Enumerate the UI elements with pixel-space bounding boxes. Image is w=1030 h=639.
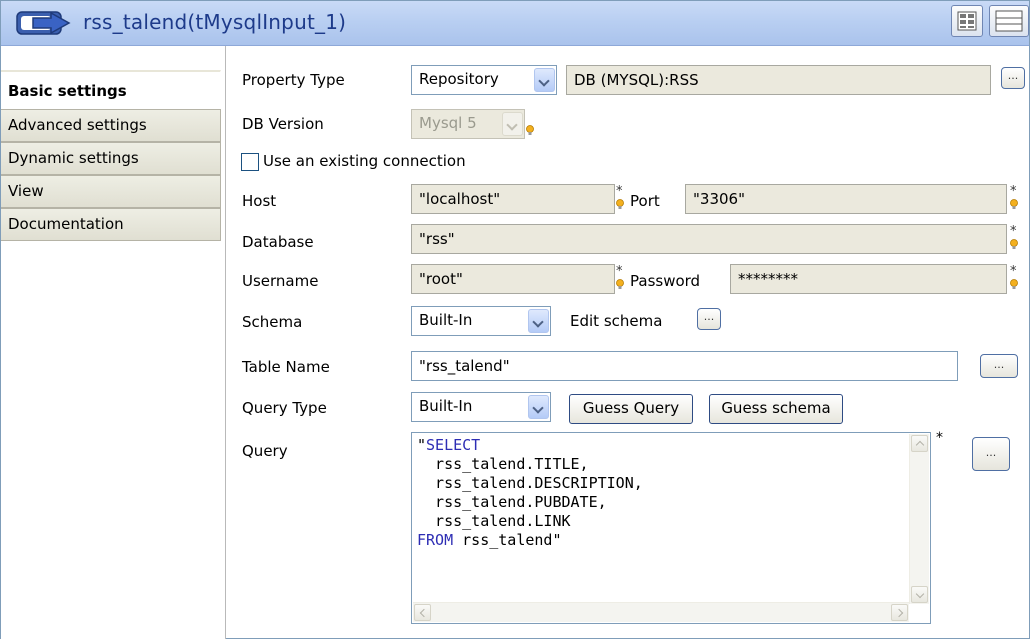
query-required-marker: * xyxy=(936,430,943,446)
query-type-select[interactable]: Built-In xyxy=(411,392,551,422)
svg-text:*: * xyxy=(1010,185,1017,199)
db-version-select: Mysql 5 xyxy=(411,109,525,139)
sql-keyword: SELECT xyxy=(426,436,481,454)
table-name-browse-button[interactable]: ... xyxy=(980,354,1018,378)
required-hint-icon: * xyxy=(1010,185,1018,209)
chevron-down-icon[interactable] xyxy=(534,68,555,92)
grid-layout-icon xyxy=(957,11,977,31)
username-label: Username xyxy=(242,272,319,290)
scroll-down-icon[interactable] xyxy=(911,586,928,603)
schema-select[interactable]: Built-In xyxy=(411,306,551,336)
query-line: rss_talend.TITLE, xyxy=(417,455,589,473)
host-field[interactable]: "localhost" xyxy=(411,184,615,214)
use-existing-connection-checkbox[interactable] xyxy=(241,153,259,171)
chevron-down-icon[interactable] xyxy=(528,309,549,333)
host-label: Host xyxy=(242,192,277,210)
tab-advanced-settings[interactable]: Advanced settings xyxy=(1,109,221,142)
query-editor-button[interactable]: ... xyxy=(972,437,1010,471)
scroll-left-icon[interactable] xyxy=(414,604,431,621)
required-hint-icon: * xyxy=(616,185,624,209)
query-line: rss_talend.LINK xyxy=(417,512,571,530)
edit-schema-label: Edit schema xyxy=(570,312,663,330)
query-line: rss_talend.PUBDATE, xyxy=(417,493,607,511)
tab-view[interactable]: View xyxy=(1,175,221,208)
property-type-label: Property Type xyxy=(242,71,345,89)
query-type-label: Query Type xyxy=(242,399,327,417)
svg-text:*: * xyxy=(616,185,623,199)
component-arrow-icon xyxy=(16,11,71,35)
required-hint-icon: * xyxy=(616,265,624,289)
repository-browse-button[interactable]: ... xyxy=(1001,67,1025,89)
view-header: rss_talend(tMysqlInput_1) xyxy=(1,1,1029,46)
password-field[interactable]: ******** xyxy=(730,264,1007,294)
use-existing-connection-label: Use an existing connection xyxy=(263,152,466,170)
schema-value: Built-In xyxy=(419,311,473,329)
property-type-select[interactable]: Repository xyxy=(411,65,557,95)
password-label: Password xyxy=(630,272,701,290)
query-text[interactable]: "SELECT rss_talend.TITLE, rss_talend.DES… xyxy=(417,436,643,550)
chevron-down-icon xyxy=(502,112,523,136)
query-line: "SELECT xyxy=(417,436,481,454)
db-version-value: Mysql 5 xyxy=(419,114,477,132)
edit-schema-button[interactable]: ... xyxy=(697,308,721,330)
query-label: Query xyxy=(242,442,288,460)
tab-basic-settings[interactable]: Basic settings xyxy=(1,70,221,108)
guess-schema-button[interactable]: Guess schema xyxy=(709,394,843,424)
db-version-label: DB Version xyxy=(242,115,324,133)
repository-field: DB (MYSQL):RSS xyxy=(566,65,991,95)
svg-text:*: * xyxy=(1010,225,1017,239)
component-settings-panel: rss_talend(tMysqlInput_1) Basic settings… xyxy=(0,0,1030,639)
settings-sidebar: Basic settings Advanced settings Dynamic… xyxy=(1,46,226,639)
query-type-value: Built-In xyxy=(419,397,473,415)
vertical-scrollbar[interactable] xyxy=(909,434,929,604)
database-field[interactable]: "rss" xyxy=(411,224,1007,254)
grid-layout-button[interactable] xyxy=(951,5,983,37)
port-field[interactable]: "3306" xyxy=(685,184,1007,214)
table-name-label: Table Name xyxy=(242,358,330,376)
tab-dynamic-settings[interactable]: Dynamic settings xyxy=(1,142,221,175)
required-hint-icon: * xyxy=(1010,265,1018,289)
query-line: rss_talend.DESCRIPTION, xyxy=(417,474,643,492)
scroll-right-icon[interactable] xyxy=(891,604,908,621)
view-title: rss_talend(tMysqlInput_1) xyxy=(83,10,347,34)
horizontal-scrollbar[interactable] xyxy=(413,602,909,622)
required-hint-icon: * xyxy=(1010,225,1018,249)
list-layout-icon xyxy=(995,10,1023,32)
tab-documentation[interactable]: Documentation xyxy=(1,208,221,241)
query-line: FROM rss_talend" xyxy=(417,531,562,549)
sql-keyword: FROM xyxy=(417,531,454,549)
table-name-field[interactable]: "rss_talend" xyxy=(411,351,958,381)
guess-query-button[interactable]: Guess Query xyxy=(569,394,693,424)
property-type-value: Repository xyxy=(419,70,499,88)
query-editor[interactable]: "SELECT rss_talend.TITLE, rss_talend.DES… xyxy=(411,432,931,624)
database-label: Database xyxy=(242,233,314,251)
svg-text:*: * xyxy=(1010,265,1017,279)
scroll-up-icon[interactable] xyxy=(911,435,928,452)
schema-label: Schema xyxy=(242,313,303,331)
list-layout-button[interactable] xyxy=(989,5,1029,37)
username-field[interactable]: "root" xyxy=(411,264,615,294)
chevron-down-icon[interactable] xyxy=(528,395,549,419)
port-label: Port xyxy=(630,192,660,210)
lightbulb-icon xyxy=(526,125,534,135)
svg-text:*: * xyxy=(616,265,623,279)
